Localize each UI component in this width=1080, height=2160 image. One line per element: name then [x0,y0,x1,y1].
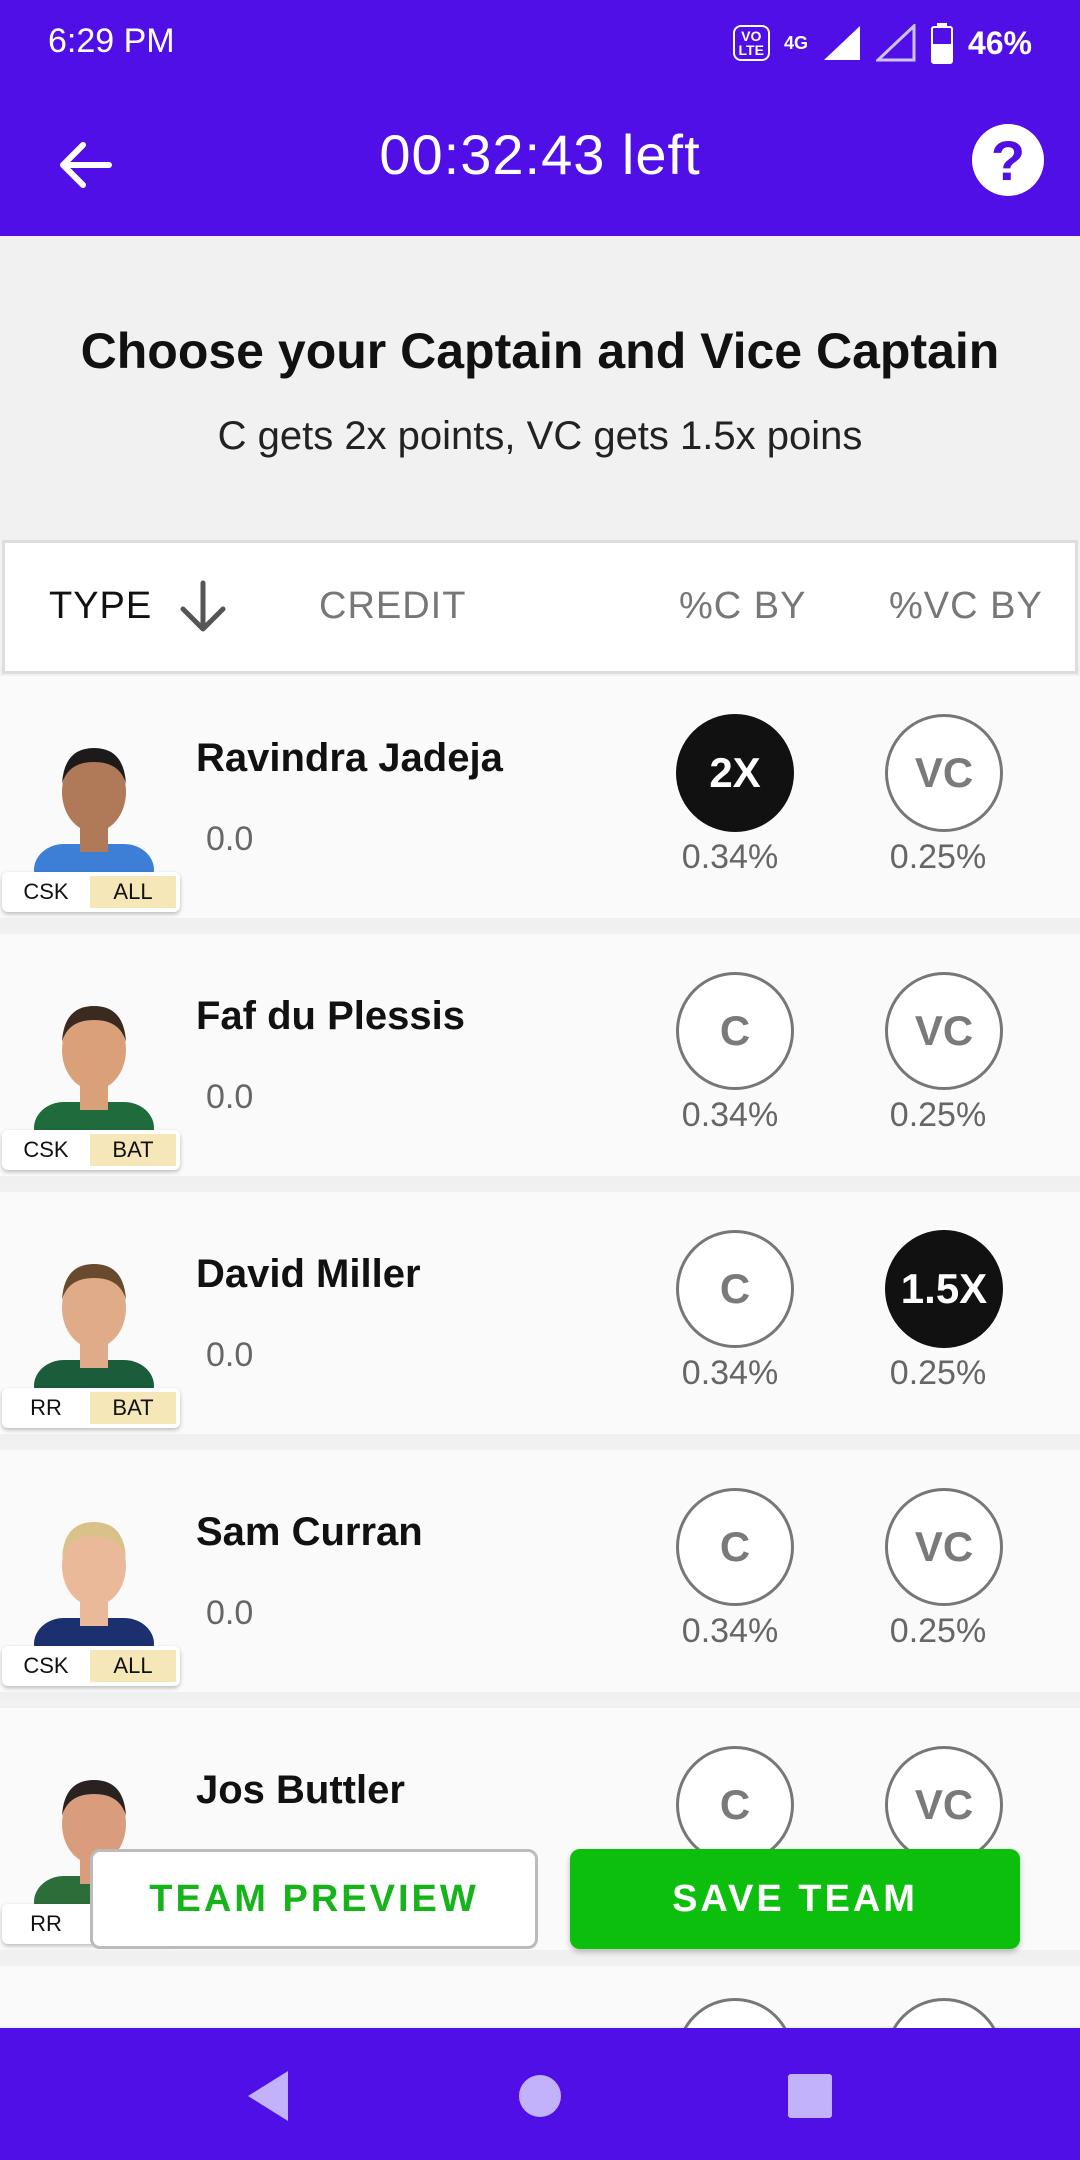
recents-icon [788,2074,832,2118]
nav-recents-button[interactable] [780,2066,840,2126]
captain-button[interactable]: C [676,1230,794,1348]
player-avatar [34,1522,154,1670]
vice-captain-button[interactable]: 1.5X [885,1230,1003,1348]
vice-captain-button[interactable]: VC [885,972,1003,1090]
vice-captain-percent: 0.25% [889,1612,987,1650]
player-name: David Miller [196,1252,421,1296]
toolbar: 00:32:43 left ? [0,86,1080,236]
sort-credit-header[interactable]: CREDIT [319,585,466,628]
vice-captain-percent: 0.25% [889,1096,987,1134]
player-avatar [34,1006,154,1154]
navigation-bar [0,2028,1080,2160]
sort-type-header[interactable]: TYPE [49,585,152,628]
player-row[interactable]: CSK BAT Faf du Plessis 0.0 C VC 0.34% 0.… [0,934,1080,1184]
save-team-button[interactable]: SAVE TEAM [570,1849,1020,1949]
arrow-down-icon[interactable] [175,577,231,637]
captain-button[interactable]: C [676,1746,794,1864]
signal-empty-icon [875,24,916,62]
team-role-badge: CSK BAT [2,1130,180,1170]
back-icon [248,2071,288,2121]
vice-captain-button[interactable]: VC [885,1746,1003,1864]
team-label: RR [30,1911,62,1936]
status-time: 6:29 PM [48,22,175,60]
vice-captain-percent: 0.25% [889,838,987,876]
player-row[interactable]: RR BAT David Miller 0.0 C 1.5X 0.34% 0.2… [0,1192,1080,1442]
sort-vc-by-header[interactable]: %VC BY [889,585,1043,628]
player-name: Ravindra Jadeja [196,736,503,780]
team-label: CSK [23,1653,69,1678]
vice-captain-percent: 0.25% [889,1354,987,1392]
role-label: ALL [90,1650,176,1682]
countdown-timer: 00:32:43 left [379,123,701,186]
player-row[interactable]: CSK ALL Ravindra Jadeja 0.0 2X VC 0.34% … [0,676,1080,926]
status-bar: 6:29 PM VO LTE 4G 46% [0,0,1080,86]
captain-percent: 0.34% [681,1096,779,1134]
network-4g-label: 4G [783,32,808,53]
sort-c-by-header[interactable]: %C BY [679,585,806,628]
player-credit: 0.0 [206,1336,254,1374]
captain-percent: 0.34% [681,1612,779,1650]
player-name: Jos Buttler [196,1768,405,1812]
page-title: Choose your Captain and Vice Captain [80,323,1000,379]
captain-button[interactable]: C [676,1488,794,1606]
team-label: CSK [23,1137,69,1162]
role-label: BAT [90,1392,176,1424]
team-role-badge: RR BAT [2,1388,180,1428]
captain-percent: 0.34% [681,838,779,876]
selection-heading: Choose your Captain and Vice Captain C g… [0,236,1080,540]
status-icons: VO LTE 4G 46% [732,18,1032,68]
player-credit: 0.0 [206,1594,254,1632]
page-subtitle: C gets 2x points, VC gets 1.5x poins [217,414,863,458]
vice-captain-button[interactable]: VC [885,1488,1003,1606]
team-role-badge: CSK ALL [2,1646,180,1686]
team-role-badge: CSK ALL [2,872,180,912]
vice-captain-button[interactable]: VC [885,714,1003,832]
nav-home-button[interactable] [510,2066,570,2126]
team-label: CSK [23,879,69,904]
player-row[interactable]: CSK ALL Sam Curran 0.0 C VC 0.34% 0.25% [0,1450,1080,1700]
captain-button[interactable]: C [676,972,794,1090]
player-name: Sam Curran [196,1510,423,1554]
battery-percent: 46% [967,24,1032,61]
nav-back-button[interactable] [238,2066,298,2126]
player-avatar [34,1264,154,1412]
player-name: Faf du Plessis [196,994,465,1038]
help-icon: ? [990,128,1026,192]
player-credit: 0.0 [206,820,254,858]
team-label: RR [30,1395,62,1420]
battery-icon [930,23,953,64]
role-label: ALL [90,876,176,908]
team-preview-button[interactable]: TEAM PREVIEW [90,1849,538,1949]
help-button[interactable]: ? [972,124,1044,196]
home-icon [519,2075,561,2117]
player-credit: 0.0 [206,1078,254,1116]
captain-percent: 0.34% [681,1354,779,1392]
signal-icon [823,26,860,60]
player-row[interactable] [0,1966,1080,2116]
table-header: TYPE CREDIT %C BY %VC BY [2,540,1078,674]
captain-button[interactable]: 2X [676,714,794,832]
app-header: 6:29 PM VO LTE 4G 46% 00:32:43 left ? [0,0,1080,236]
role-label: BAT [90,1134,176,1166]
volte-icon: VO LTE [732,25,770,61]
player-avatar [34,748,154,896]
